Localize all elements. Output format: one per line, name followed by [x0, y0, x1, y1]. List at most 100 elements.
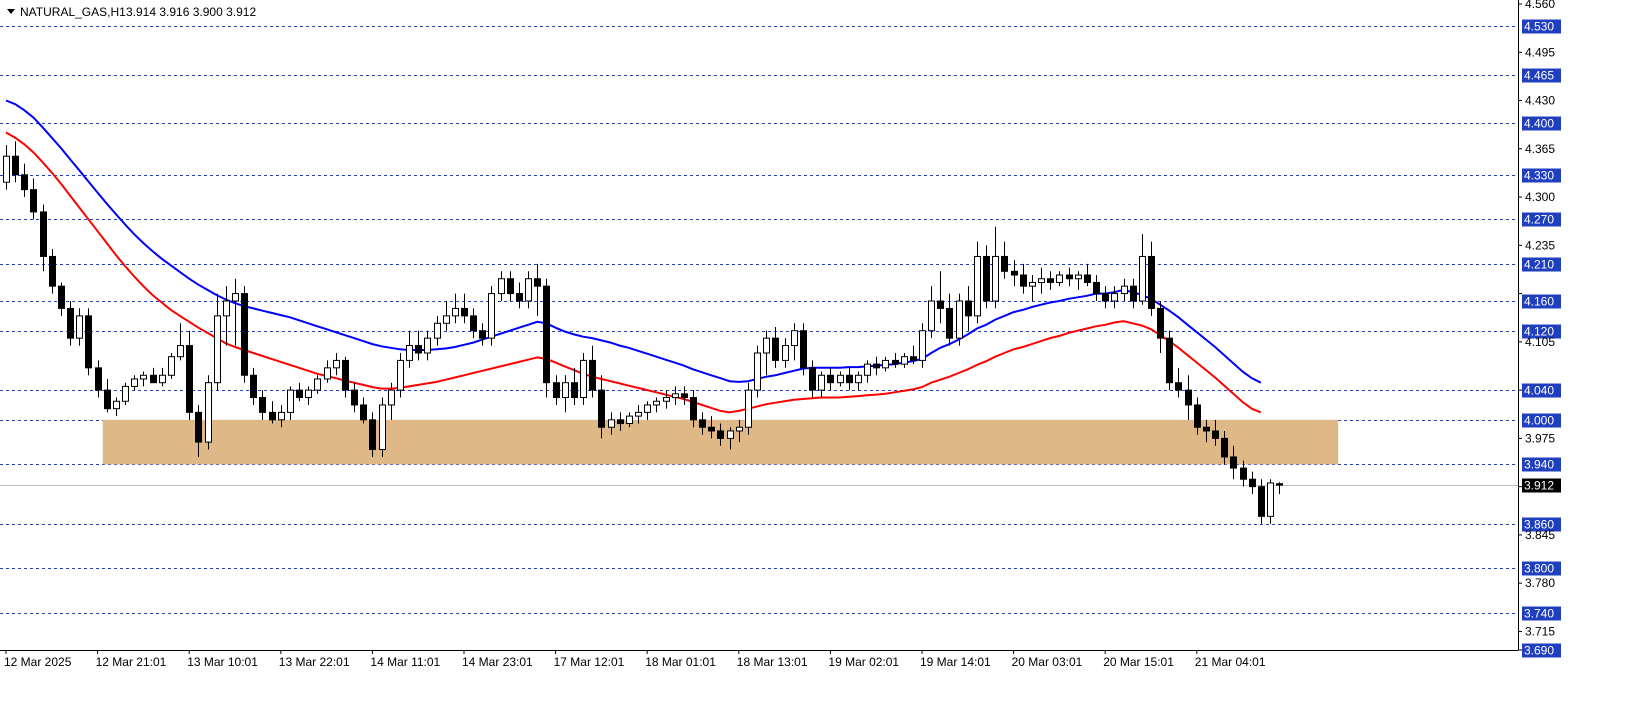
- candle-body-down: [708, 426, 715, 432]
- candle-body-down: [85, 315, 92, 369]
- level-badge-label: 4.210: [1524, 258, 1554, 272]
- candle-body-up: [131, 378, 138, 387]
- candle-body-down: [543, 285, 550, 384]
- candle: [800, 323, 807, 376]
- candle-body-up: [1038, 278, 1045, 283]
- candle-body-down: [360, 404, 367, 421]
- candle-body-up: [644, 404, 651, 413]
- candle-body-up: [837, 374, 844, 384]
- candle-body-down: [1148, 255, 1155, 309]
- candle-body-down: [49, 255, 56, 287]
- candle-body-down: [241, 293, 248, 376]
- x-tick-label: 21 Mar 04:01: [1195, 655, 1266, 669]
- candle-body-up: [992, 255, 999, 302]
- x-tick-label: 12 Mar 2025: [4, 655, 72, 669]
- candle-body-down: [150, 374, 157, 384]
- level-badge-label: 3.940: [1524, 458, 1554, 472]
- candle-body-down: [40, 211, 47, 257]
- candle-body-down: [95, 367, 102, 391]
- candle-body-up: [855, 374, 862, 384]
- candle-body-down: [1166, 337, 1173, 384]
- candle-body-down: [1258, 486, 1265, 517]
- y-tick-label: 3.975: [1525, 431, 1555, 445]
- x-tick-label: 14 Mar 23:01: [462, 655, 533, 669]
- candle-body-down: [946, 307, 953, 339]
- candle-body-up: [754, 352, 761, 391]
- x-tick-label: 13 Mar 10:01: [187, 655, 258, 669]
- candle-body-up: [1267, 482, 1274, 517]
- level-badge-label: 4.530: [1524, 20, 1554, 34]
- candle-body-up: [864, 363, 871, 376]
- candle-body-up: [443, 315, 450, 324]
- candle-body-up: [663, 397, 670, 402]
- candle-body-down: [1102, 293, 1109, 302]
- x-tick-label: 13 Mar 22:01: [279, 655, 350, 669]
- candle-body-down: [1093, 281, 1100, 295]
- candle-body-up: [140, 374, 147, 380]
- candle-body-up: [397, 359, 404, 391]
- candle-body-down: [195, 411, 202, 443]
- level-badge-label: 4.330: [1524, 169, 1554, 183]
- candle-body-down: [507, 278, 514, 295]
- candle: [754, 345, 761, 398]
- candle-body-down: [1157, 307, 1164, 339]
- candle-body-up: [168, 356, 175, 376]
- chart-canvas[interactable]: 4.5304.4654.4004.3304.2704.2104.1604.120…: [0, 0, 1651, 708]
- y-tick-label: 4.300: [1525, 190, 1555, 204]
- candle-body-down: [1230, 456, 1237, 469]
- ohlc-readout: 3.914 3.916 3.900 3.912: [126, 5, 256, 19]
- candle-body-down: [772, 337, 779, 361]
- candle-body-up: [488, 293, 495, 339]
- candle-body-up: [223, 300, 230, 317]
- y-tick-label: 3.715: [1525, 624, 1555, 638]
- candle-body-down: [1276, 483, 1283, 486]
- candle-body-up: [525, 278, 532, 302]
- chart-root: 4.530 4.465 4.400 4.330 4.270 4.210 4.160 4.120…: [0, 0, 1651, 708]
- candle-body-down: [800, 330, 807, 369]
- candle-body-down: [21, 174, 28, 191]
- x-tick-label: 19 Mar 02:01: [828, 655, 899, 669]
- candle-body-down: [598, 389, 605, 428]
- current-price-label: 3.912: [1524, 479, 1554, 493]
- candle-body-down: [67, 307, 74, 339]
- y-tick-label: 3.780: [1525, 576, 1555, 590]
- candle-body-down: [269, 411, 276, 421]
- candle-body-down: [1175, 382, 1182, 391]
- candle-body-up: [882, 359, 889, 369]
- candle-body-up: [1139, 255, 1146, 302]
- candle-body-down: [461, 307, 468, 317]
- candle-body-down: [937, 300, 944, 309]
- candle-body-up: [1111, 293, 1118, 302]
- candle-body-down: [1047, 278, 1054, 283]
- candle-body-down: [1130, 285, 1137, 302]
- y-tick-label: 4.105: [1525, 335, 1555, 349]
- candle: [745, 382, 752, 435]
- level-badge-label: 4.000: [1524, 414, 1554, 428]
- level-badge-label: 4.040: [1524, 384, 1554, 398]
- candle: [956, 293, 963, 346]
- candle-body-up: [818, 374, 825, 391]
- candle-body-down: [1011, 270, 1018, 276]
- x-tick-label: 18 Mar 13:01: [737, 655, 808, 669]
- candle: [168, 352, 175, 379]
- candle-body-up: [974, 255, 981, 317]
- level-badge-label: 3.800: [1524, 562, 1554, 576]
- candle-body-up: [608, 419, 615, 428]
- candle: [580, 352, 587, 405]
- candle-body-up: [635, 411, 642, 417]
- x-tick-label: 19 Mar 14:01: [920, 655, 991, 669]
- candle-body-up: [305, 389, 312, 399]
- candle-body-down: [479, 330, 486, 339]
- candle-body-down: [589, 359, 596, 391]
- x-tick-label: 20 Mar 03:01: [1012, 655, 1083, 669]
- candle-body-down: [827, 374, 834, 384]
- candle-body-down: [58, 285, 65, 309]
- candle-body-up: [745, 389, 752, 428]
- candle-body-down: [965, 300, 972, 317]
- candle-body-down: [351, 389, 358, 406]
- candle: [122, 382, 129, 405]
- candle-body-up: [791, 330, 798, 347]
- candle-body-down: [30, 189, 37, 213]
- candle-body-down: [415, 345, 422, 354]
- candle-body-down: [534, 278, 541, 287]
